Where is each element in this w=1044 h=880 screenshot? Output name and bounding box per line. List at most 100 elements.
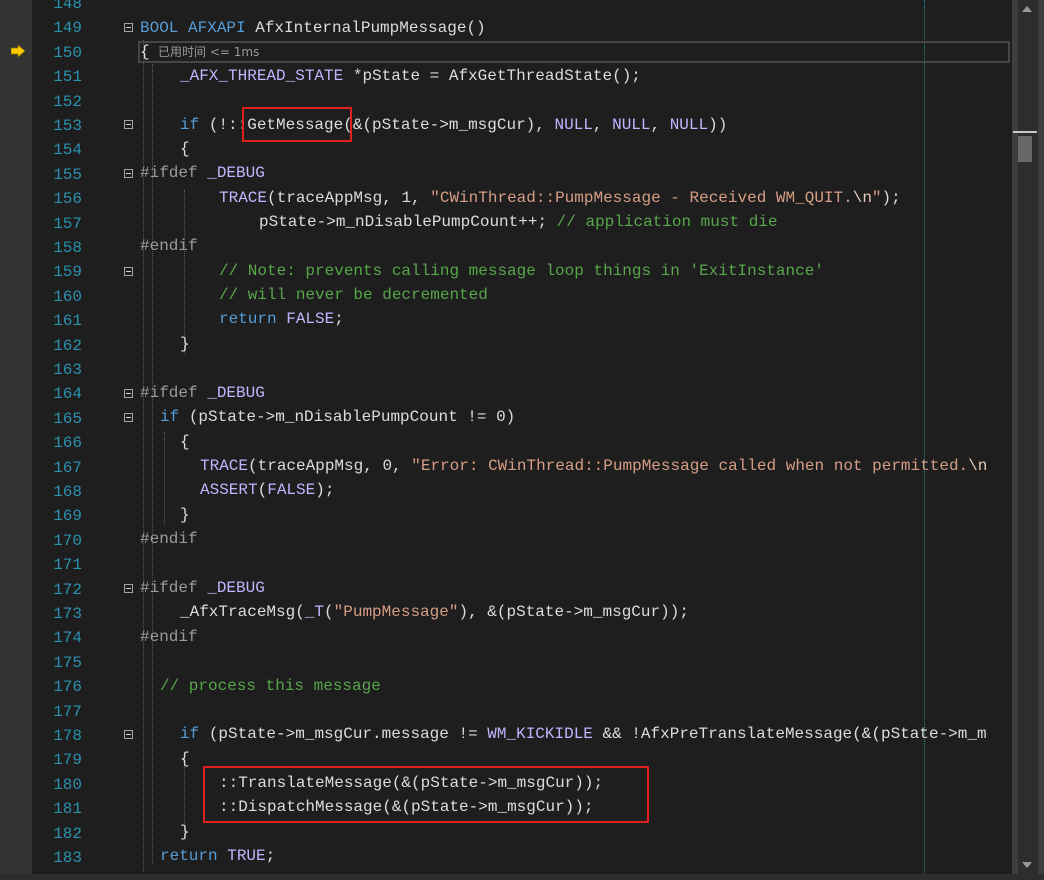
line-number: 170	[53, 531, 82, 550]
line-number: 180	[53, 775, 82, 794]
code-line-166[interactable]: {	[180, 430, 190, 454]
code-token: _AFX_THREAD_STATE	[180, 67, 353, 85]
line-number: 150	[53, 43, 82, 62]
code-token: m_m	[957, 725, 987, 743]
code-token: ->	[276, 725, 296, 743]
code-editor[interactable]: 148 149 150 151 152 153 154 155 156 157 158 159 160 1…	[0, 0, 1044, 880]
code-line-164[interactable]: #ifdef _DEBUG	[140, 381, 265, 405]
code-token: FALSE	[286, 310, 335, 328]
code-token: pState	[506, 603, 565, 621]
code-token: // Note: prevents calling message loop t…	[219, 262, 824, 280]
code-token: (	[208, 725, 219, 743]
code-token: ->	[564, 603, 584, 621]
code-token: {	[180, 750, 190, 768]
code-token: TRACE	[219, 189, 268, 207]
code-token: ,	[650, 116, 670, 134]
code-line-165[interactable]: if (pState->m_nDisablePumpCount != 0)	[160, 405, 515, 429]
code-token: if	[180, 116, 209, 134]
code-token: _DEBUG	[207, 384, 265, 402]
code-token: m_msgCur	[448, 116, 526, 134]
collapse-minus-icon[interactable]	[124, 23, 133, 32]
code-line-149[interactable]: BOOL AFXAPI AfxInternalPumpMessage()	[140, 16, 486, 40]
code-line-170[interactable]: #endif	[140, 527, 198, 551]
perf-tip[interactable]: 已用时间 <= 1ms	[158, 42, 259, 62]
code-line-182[interactable]: }	[180, 820, 190, 844]
code-token: \n	[968, 457, 988, 475]
scroll-down-arrow-icon[interactable]	[1015, 858, 1039, 872]
code-token: #endif	[140, 237, 198, 255]
code-token: TRUE	[227, 847, 266, 865]
scrollbar-position-marker	[1013, 131, 1037, 133]
code-line-155[interactable]: #ifdef _DEBUG	[140, 161, 265, 185]
code-token: "CWinThread::PumpMessage - Received WM_Q…	[430, 189, 853, 207]
collapse-minus-icon[interactable]	[124, 584, 133, 593]
code-token: if	[160, 408, 189, 426]
code-line-162[interactable]: }	[180, 332, 190, 356]
glyph-margin[interactable]	[0, 0, 32, 880]
code-line-174[interactable]: #endif	[140, 625, 198, 649]
code-line-183[interactable]: return TRUE;	[160, 844, 275, 868]
line-number: 160	[53, 287, 82, 306]
code-token: ))	[708, 116, 728, 134]
code-line-158[interactable]: #endif	[140, 234, 198, 258]
code-line-161[interactable]: return FALSE;	[219, 307, 344, 331]
code-line-178[interactable]: if (pState->m_msgCur.message != WM_KICKI…	[180, 722, 987, 746]
line-number: 159	[53, 263, 82, 282]
scrollbar-thumb[interactable]	[1018, 136, 1032, 162]
code-token: ;	[334, 310, 344, 328]
line-number: 174	[53, 629, 82, 648]
highlight-box-translate-dispatch	[203, 766, 649, 823]
line-number: 165	[53, 409, 82, 428]
line-number: 161	[53, 312, 82, 331]
line-number: 168	[53, 483, 82, 501]
code-token: ()	[466, 19, 486, 37]
code-token: );	[315, 481, 335, 499]
code-token: ->	[938, 725, 958, 743]
code-line-172[interactable]: #ifdef _DEBUG	[140, 576, 265, 600]
code-token: (&(	[852, 725, 881, 743]
code-line-150[interactable]: {	[140, 40, 150, 64]
code-token: m_nDisablePumpCount	[335, 213, 519, 231]
scroll-up-arrow-icon[interactable]	[1015, 2, 1039, 16]
code-line-173[interactable]: _AfxTraceMsg(_T("PumpMessage"), &(pState…	[180, 600, 689, 624]
horizontal-scrollbar[interactable]	[0, 874, 1044, 880]
code-token: // will never be decremented	[219, 286, 488, 304]
collapse-minus-icon[interactable]	[124, 389, 133, 398]
line-number: 179	[53, 751, 82, 770]
code-token: NULL	[554, 116, 593, 134]
collapse-minus-icon[interactable]	[124, 169, 133, 178]
code-token: #endif	[140, 530, 198, 548]
line-number: 171	[53, 556, 82, 575]
line-number: 162	[53, 336, 82, 355]
line-number: 151	[53, 68, 82, 87]
collapse-minus-icon[interactable]	[124, 267, 133, 276]
code-line-154[interactable]: {	[180, 137, 190, 161]
code-line-176[interactable]: // process this message	[160, 674, 381, 698]
code-token: #endif	[140, 628, 198, 646]
line-number: 183	[53, 849, 82, 867]
code-token: (traceAppMsg, 1,	[267, 189, 431, 207]
code-line-156[interactable]: TRACE(traceAppMsg, 1, "CWinThread::PumpM…	[219, 186, 901, 210]
code-token: FALSE	[267, 481, 316, 499]
collapse-minus-icon[interactable]	[124, 120, 133, 129]
code-token: pState	[259, 213, 317, 231]
code-line-160[interactable]: // will never be decremented	[219, 283, 488, 307]
code-line-157[interactable]: pState->m_nDisablePumpCount++; // applic…	[259, 210, 778, 234]
code-line-159[interactable]: // Note: prevents calling message loop t…	[219, 259, 824, 283]
code-line-167[interactable]: TRACE(traceAppMsg, 0, "Error: CWinThread…	[200, 454, 987, 478]
code-line-151[interactable]: _AFX_THREAD_STATE *pState = AfxGetThread…	[180, 64, 641, 88]
code-line-169[interactable]: }	[180, 503, 190, 527]
code-token: _DEBUG	[207, 579, 265, 597]
code-token: }	[180, 823, 190, 841]
line-number: 156	[53, 190, 82, 209]
code-token: pState	[218, 725, 277, 743]
code-token: ++;	[518, 213, 557, 231]
code-token: #ifdef	[140, 384, 208, 402]
code-line-179[interactable]: {	[180, 747, 190, 771]
code-token: {	[180, 140, 190, 158]
code-token: m_msgCur	[295, 725, 373, 743]
code-line-168[interactable]: ASSERT(FALSE);	[200, 478, 334, 502]
code-token: ();	[612, 67, 641, 85]
collapse-minus-icon[interactable]	[124, 730, 133, 739]
collapse-minus-icon[interactable]	[124, 413, 133, 422]
